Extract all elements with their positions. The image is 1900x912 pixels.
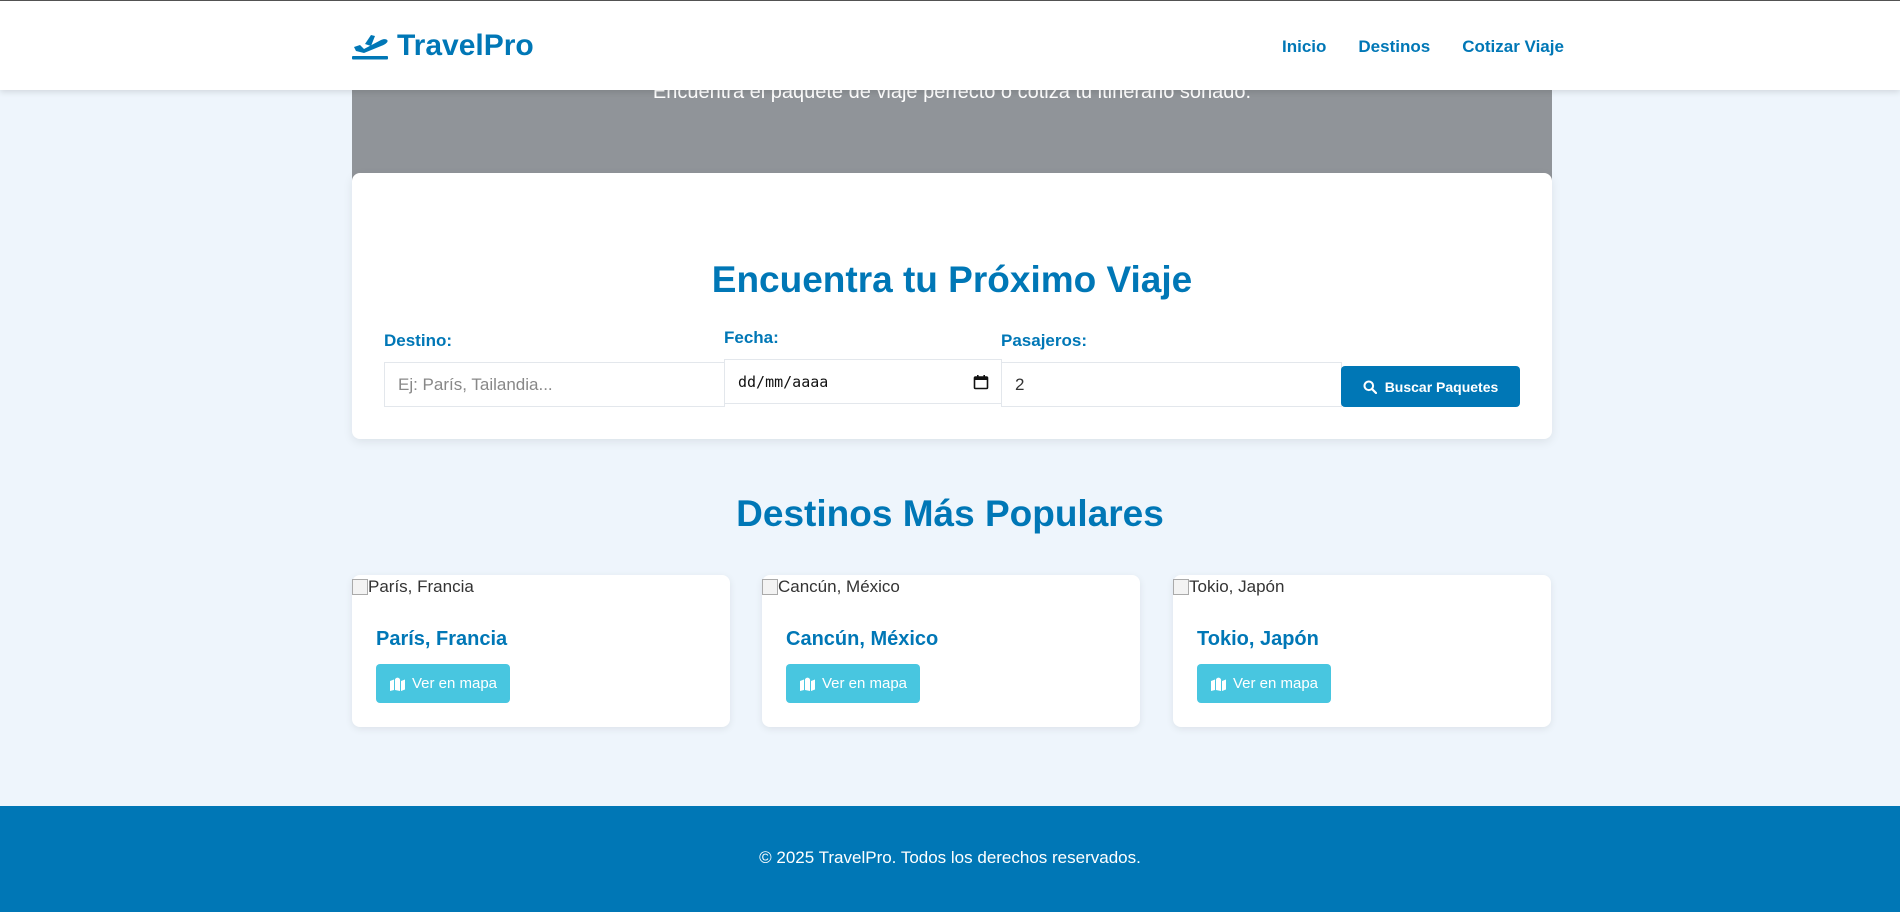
- destination-image-alt: París, Francia: [368, 577, 474, 596]
- destination-input[interactable]: [384, 362, 725, 407]
- nav-link-cotizar-viaje[interactable]: Cotizar Viaje: [1462, 37, 1564, 57]
- map-icon: [389, 677, 405, 691]
- broken-image-icon: [1173, 579, 1189, 595]
- brand-logo-link[interactable]: TravelPro: [351, 29, 534, 63]
- view-map-button[interactable]: Ver en mapa: [1197, 664, 1331, 703]
- plane-departure-icon: [352, 35, 388, 60]
- view-map-button[interactable]: Ver en mapa: [376, 664, 510, 703]
- footer-copyright: © 2025 TravelPro. Todos los derechos res…: [759, 848, 1141, 867]
- destination-card-title: París, Francia: [376, 628, 508, 650]
- destination-image: Cancún, México: [762, 577, 900, 597]
- search-button-label: Buscar Paquetes: [1384, 378, 1499, 395]
- destination-label: Destino:: [384, 331, 452, 350]
- destination-card-title: Tokio, Japón: [1197, 628, 1319, 650]
- map-icon: [1210, 677, 1226, 691]
- view-map-label: Ver en mapa: [821, 675, 908, 692]
- destination-image: París, Francia: [352, 577, 474, 597]
- calendar-icon[interactable]: [973, 374, 989, 390]
- destination-image-alt: Tokio, Japón: [1189, 577, 1285, 596]
- passengers-label: Pasajeros:: [1001, 331, 1087, 350]
- search-packages-button[interactable]: Buscar Paquetes: [1341, 366, 1520, 407]
- destination-card: Tokio, Japón Tokio, Japón Ver en mapa: [1173, 575, 1551, 727]
- broken-image-icon: [762, 579, 778, 595]
- site-header: TravelPro Inicio Destinos Cotizar Viaje: [0, 1, 1900, 90]
- passengers-input[interactable]: [1001, 362, 1342, 407]
- main-nav: Inicio Destinos Cotizar Viaje: [1282, 37, 1564, 57]
- popular-destinations-title: Destinos Más Populares: [736, 493, 1164, 534]
- date-label: Fecha:: [724, 328, 779, 347]
- brand-name: TravelPro: [397, 29, 534, 62]
- date-value: dd/mm/aaaa: [738, 372, 829, 391]
- view-map-button[interactable]: Ver en mapa: [786, 664, 920, 703]
- nav-link-destinos[interactable]: Destinos: [1358, 37, 1430, 57]
- destination-card-title: Cancún, México: [786, 628, 939, 650]
- search-icon: [1363, 380, 1377, 394]
- site-footer: © 2025 TravelPro. Todos los derechos res…: [0, 806, 1900, 912]
- broken-image-icon: [352, 579, 368, 595]
- view-map-label: Ver en mapa: [1232, 675, 1319, 692]
- view-map-label: Ver en mapa: [411, 675, 498, 692]
- destination-card: París, Francia París, Francia Ver en map…: [352, 575, 730, 727]
- destination-image-alt: Cancún, México: [778, 577, 900, 596]
- date-input[interactable]: dd/mm/aaaa: [724, 359, 1002, 404]
- map-icon: [799, 677, 815, 691]
- destination-card: Cancún, México Cancún, México Ver en map…: [762, 575, 1140, 727]
- search-title: Encuentra tu Próximo Viaje: [711, 259, 1193, 300]
- destination-image: Tokio, Japón: [1173, 577, 1284, 597]
- nav-link-inicio[interactable]: Inicio: [1282, 37, 1326, 57]
